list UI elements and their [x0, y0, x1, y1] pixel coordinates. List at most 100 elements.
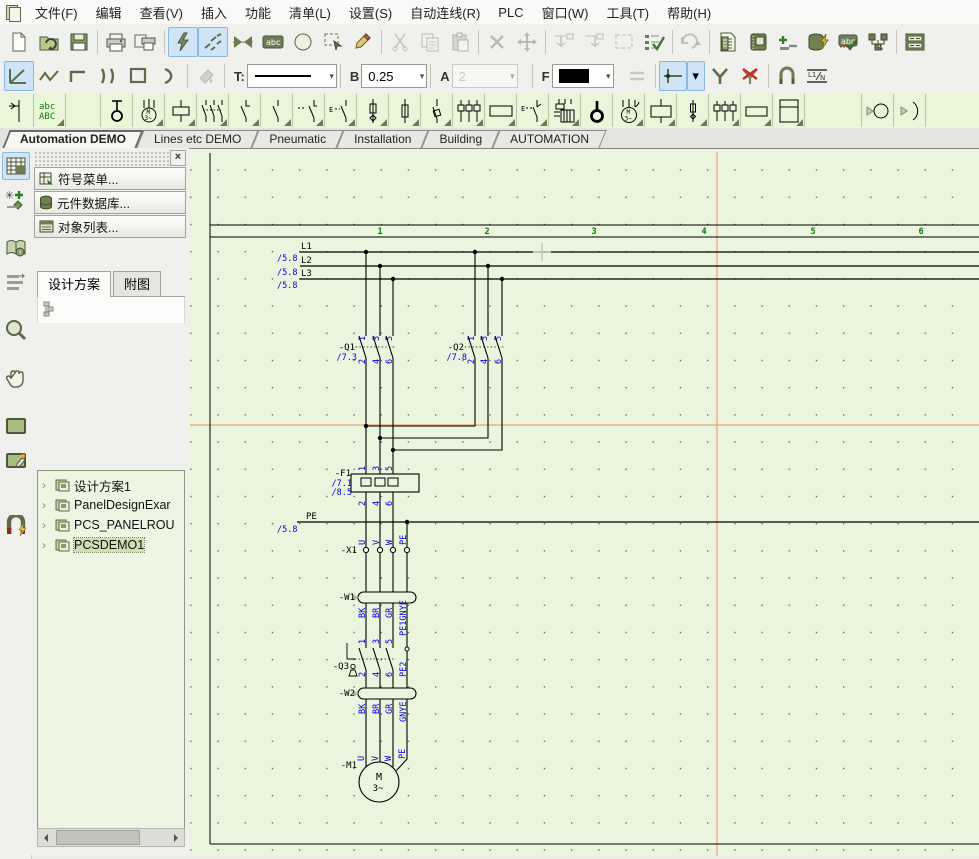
symbol-menu-button[interactable]: 符号菜单...	[34, 167, 186, 190]
sym-contact-nc-icon[interactable]	[229, 94, 261, 127]
fill-bucket-icon[interactable]	[191, 61, 221, 91]
sym-relay-box-icon[interactable]	[645, 94, 677, 127]
junction-dropdown-icon[interactable]: ▾	[687, 61, 705, 91]
sym-disconnector-fuse-icon[interactable]	[357, 94, 389, 127]
sym-3pole-contact-icon[interactable]	[197, 94, 229, 127]
sym-motor-icon[interactable]: M3~	[133, 94, 165, 127]
sym-device-box-icon[interactable]	[741, 94, 773, 127]
sym-rotate-arc-icon[interactable]	[894, 94, 926, 127]
line-corner-tool-icon[interactable]	[64, 61, 94, 91]
new-document-icon[interactable]	[4, 27, 34, 57]
panel-drag-handle[interactable]: ×	[33, 150, 187, 166]
page-frame-icon[interactable]	[609, 27, 639, 57]
database-book-icon[interactable]	[743, 27, 773, 57]
tree-horizontal-scrollbar[interactable]	[37, 828, 185, 847]
help-book-icon[interactable]: ?	[2, 234, 30, 262]
line-angled-tool-icon[interactable]	[4, 61, 34, 91]
menu-view[interactable]: 查看(V)	[131, 0, 192, 25]
menu-help[interactable]: 帮助(H)	[658, 0, 720, 25]
transfer-prev-icon[interactable]	[549, 27, 579, 57]
line-arcs-tool-icon[interactable]	[94, 61, 124, 91]
menu-lists[interactable]: 清单(L)	[280, 0, 340, 25]
zoom-tool-icon[interactable]	[2, 316, 30, 344]
signal-name-icon[interactable]: L1N	[802, 61, 832, 91]
sym-component-box-icon[interactable]	[485, 94, 517, 127]
tab-design-projects[interactable]: 设计方案	[37, 271, 111, 297]
tab-pneumatic[interactable]: Pneumatic	[255, 130, 340, 148]
menu-settings[interactable]: 设置(S)	[340, 0, 401, 25]
arc-tool-icon[interactable]	[154, 61, 184, 91]
color-dropdown[interactable]: ▾	[552, 64, 614, 88]
junction-tee-icon[interactable]	[659, 61, 687, 91]
tab-building[interactable]: Building	[425, 130, 496, 148]
reference-grid-icon[interactable]	[2, 152, 30, 180]
object-list-tool-icon[interactable]	[2, 268, 30, 296]
scrollbar-thumb[interactable]	[56, 830, 140, 845]
open-project-icon[interactable]	[34, 27, 64, 57]
cut-icon[interactable]	[385, 27, 415, 57]
sym-fuse-indicator-icon[interactable]	[677, 94, 709, 127]
scroll-right-icon[interactable]	[169, 830, 184, 845]
tab-installation[interactable]: Installation	[340, 130, 425, 148]
scroll-left-icon[interactable]	[38, 830, 53, 845]
schematic-canvas[interactable]: 1 2 3 4 5 6 L1 L2 L3 /5.8	[189, 148, 979, 856]
paste-icon[interactable]	[445, 27, 475, 57]
linetype-dropdown[interactable]: ▾	[247, 64, 337, 88]
sym-text-abc-icon[interactable]: abcABC	[34, 94, 66, 127]
area-select-icon[interactable]	[318, 27, 348, 57]
sym-terminal-block-icon[interactable]	[773, 94, 805, 127]
sym-fuse-icon[interactable]	[389, 94, 421, 127]
menu-window[interactable]: 窗口(W)	[533, 0, 598, 25]
symbol-snap-icon[interactable]: ✳	[2, 186, 30, 214]
symbols-tool-icon[interactable]	[228, 27, 258, 57]
tab-automation-demo[interactable]: Automation DEMO	[6, 130, 140, 148]
tab-lines-etc-demo[interactable]: Lines etc DEMO	[140, 130, 255, 148]
menu-plc[interactable]: PLC	[489, 2, 532, 23]
panel-router-icon[interactable]	[900, 27, 930, 57]
line-zigzag-tool-icon[interactable]	[34, 61, 64, 91]
tree-item-design1[interactable]: › 设计方案1	[38, 475, 184, 495]
sym-motor-3ph-icon[interactable]: M3~	[613, 94, 645, 127]
sym-signal-ref-icon[interactable]	[101, 94, 133, 127]
linewidth-dropdown[interactable]: 0.25▾	[361, 64, 427, 88]
sym-e-limit-contact-icon[interactable]: E	[517, 94, 549, 127]
sym-e-contact-icon[interactable]: E	[325, 94, 357, 127]
expander-icon[interactable]: ›	[42, 478, 52, 492]
rectangle-tool-icon[interactable]	[124, 61, 154, 91]
copy-icon[interactable]	[415, 27, 445, 57]
add-remove-icon[interactable]	[773, 27, 803, 57]
expander-icon[interactable]: ›	[42, 538, 52, 552]
tab-attached-drawings[interactable]: 附图	[113, 271, 161, 296]
junction-wye-icon[interactable]	[705, 61, 735, 91]
quick-start-icon[interactable]	[168, 27, 198, 57]
project-structure-icon[interactable]	[42, 301, 58, 320]
auto-router-magnet-icon[interactable]	[2, 512, 30, 540]
lines-tool-icon[interactable]	[198, 27, 228, 57]
sym-coil-icon[interactable]	[165, 94, 197, 127]
screen-view-icon[interactable]	[2, 412, 30, 440]
print-multiple-icon[interactable]	[131, 27, 161, 57]
undo-icon[interactable]	[676, 27, 706, 57]
object-check-list-icon[interactable]	[639, 27, 669, 57]
object-list-button[interactable]: 对象列表...	[34, 215, 186, 238]
tree-item-pcs-panelrouter[interactable]: › PCS_PANELROU	[38, 515, 184, 535]
menu-file[interactable]: 文件(F)	[26, 0, 87, 25]
sym-rotate-circle-icon[interactable]	[861, 94, 894, 127]
circle-tool-icon[interactable]	[288, 27, 318, 57]
sym-thermal-overload-2-icon[interactable]	[709, 94, 741, 127]
net-navigator-icon[interactable]	[863, 27, 893, 57]
tree-item-pcsdemo1[interactable]: › PCSDEMO1	[38, 535, 184, 555]
screen-edit-icon[interactable]	[2, 446, 30, 474]
menu-autorouting[interactable]: 自动连线(R)	[401, 0, 489, 25]
save-icon[interactable]	[64, 27, 94, 57]
anglesnap-dropdown[interactable]: 2▾	[452, 64, 518, 88]
tree-item-paneldesign[interactable]: › PanelDesignExar	[38, 495, 184, 515]
move-icon[interactable]	[512, 27, 542, 57]
cable-clip-icon[interactable]	[772, 61, 802, 91]
edit-pencil-icon[interactable]	[348, 27, 378, 57]
menu-insert[interactable]: 插入	[192, 0, 236, 25]
sym-plc-block-icon[interactable]	[549, 94, 581, 127]
sym-wire-tap-icon[interactable]	[2, 94, 34, 127]
menu-functions[interactable]: 功能	[236, 0, 280, 25]
pan-hand-icon[interactable]	[2, 364, 30, 392]
